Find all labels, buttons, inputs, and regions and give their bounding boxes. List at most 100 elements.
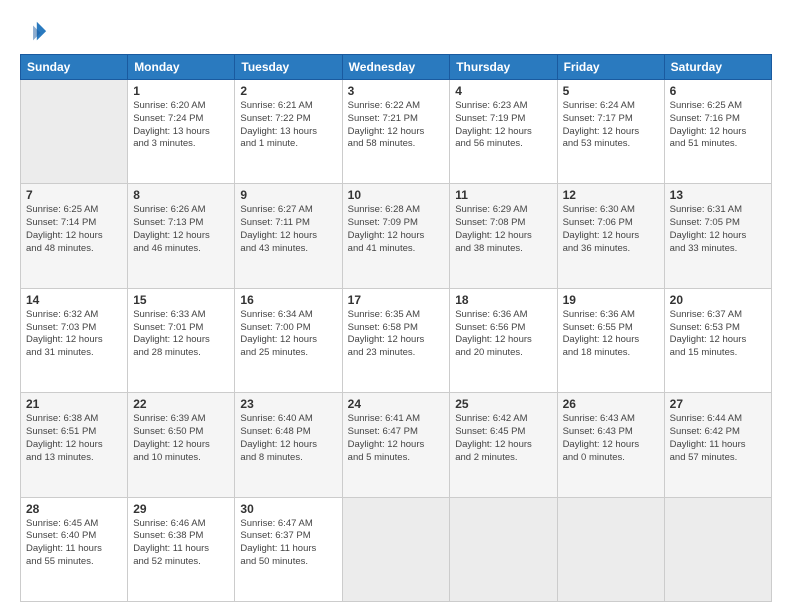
week-row-5: 28 Sunrise: 6:45 AM Sunset: 6:40 PM Dayli…: [21, 497, 772, 601]
day-info: Sunrise: 6:36 AM Sunset: 6:55 PM Dayligh…: [563, 309, 659, 360]
day-number: 25: [455, 397, 551, 411]
weekday-header-sunday: Sunday: [21, 55, 128, 80]
day-info: Sunrise: 6:24 AM Sunset: 7:17 PM Dayligh…: [563, 100, 659, 151]
logo: [20, 18, 50, 46]
calendar-header: SundayMondayTuesdayWednesdayThursdayFrid…: [21, 55, 772, 80]
day-cell: 21Sunrise: 6:38 AM Sunset: 6:51 PM Dayli…: [21, 393, 128, 497]
day-cell: 26 Sunrise: 6:43 AM Sunset: 6:43 PM Dayli…: [557, 393, 664, 497]
day-number: 16: [240, 293, 336, 307]
day-number: 7: [26, 188, 122, 202]
weekday-header-monday: Monday: [128, 55, 235, 80]
day-cell: 25Sunrise: 6:42 AM Sunset: 6:45 PM Dayli…: [450, 393, 557, 497]
day-cell: 29Sunrise: 6:46 AM Sunset: 6:38 PM Dayli…: [128, 497, 235, 601]
day-info: Sunrise: 6:36 AM Sunset: 6:56 PM Dayligh…: [455, 309, 551, 360]
day-info: Sunrise: 6:29 AM Sunset: 7:08 PM Dayligh…: [455, 204, 551, 255]
day-cell: 5 Sunrise: 6:24 AM Sunset: 7:17 PM Daylig…: [557, 80, 664, 184]
day-number: 18: [455, 293, 551, 307]
day-cell: 22 Sunrise: 6:39 AM Sunset: 6:50 PM Dayli…: [128, 393, 235, 497]
week-row-4: 21Sunrise: 6:38 AM Sunset: 6:51 PM Dayli…: [21, 393, 772, 497]
day-info: Sunrise: 6:39 AM Sunset: 6:50 PM Dayligh…: [133, 413, 229, 464]
day-number: 24: [348, 397, 445, 411]
weekday-header-friday: Friday: [557, 55, 664, 80]
day-cell: 3Sunrise: 6:22 AM Sunset: 7:21 PM Daylig…: [342, 80, 450, 184]
week-row-1: 1Sunrise: 6:20 AM Sunset: 7:24 PM Daylig…: [21, 80, 772, 184]
day-info: Sunrise: 6:30 AM Sunset: 7:06 PM Dayligh…: [563, 204, 659, 255]
week-row-2: 7 Sunrise: 6:25 AM Sunset: 7:14 PM Daylig…: [21, 184, 772, 288]
day-number: 9: [240, 188, 336, 202]
day-number: 14: [26, 293, 122, 307]
day-info: Sunrise: 6:23 AM Sunset: 7:19 PM Dayligh…: [455, 100, 551, 151]
day-cell: 18 Sunrise: 6:36 AM Sunset: 6:56 PM Dayli…: [450, 288, 557, 392]
day-number: 28: [26, 502, 122, 516]
day-info: Sunrise: 6:20 AM Sunset: 7:24 PM Dayligh…: [133, 100, 229, 151]
day-cell: [557, 497, 664, 601]
day-info: Sunrise: 6:34 AM Sunset: 7:00 PM Dayligh…: [240, 309, 336, 360]
day-number: 15: [133, 293, 229, 307]
day-cell: [21, 80, 128, 184]
day-cell: 14 Sunrise: 6:32 AM Sunset: 7:03 PM Dayli…: [21, 288, 128, 392]
weekday-header-tuesday: Tuesday: [235, 55, 342, 80]
calendar: SundayMondayTuesdayWednesdayThursdayFrid…: [20, 54, 772, 602]
weekday-header-thursday: Thursday: [450, 55, 557, 80]
weekday-header-wednesday: Wednesday: [342, 55, 450, 80]
day-number: 17: [348, 293, 445, 307]
day-cell: 7 Sunrise: 6:25 AM Sunset: 7:14 PM Daylig…: [21, 184, 128, 288]
day-cell: 12 Sunrise: 6:30 AM Sunset: 7:06 PM Dayli…: [557, 184, 664, 288]
day-cell: 17 Sunrise: 6:35 AM Sunset: 6:58 PM Dayli…: [342, 288, 450, 392]
day-cell: 10Sunrise: 6:28 AM Sunset: 7:09 PM Dayli…: [342, 184, 450, 288]
day-info: Sunrise: 6:31 AM Sunset: 7:05 PM Dayligh…: [670, 204, 766, 255]
day-cell: 30 Sunrise: 6:47 AM Sunset: 6:37 PM Dayli…: [235, 497, 342, 601]
day-info: Sunrise: 6:22 AM Sunset: 7:21 PM Dayligh…: [348, 100, 445, 151]
day-number: 13: [670, 188, 766, 202]
header: [20, 18, 772, 46]
day-info: Sunrise: 6:46 AM Sunset: 6:38 PM Dayligh…: [133, 518, 229, 569]
day-info: Sunrise: 6:25 AM Sunset: 7:14 PM Dayligh…: [26, 204, 122, 255]
day-cell: 2Sunrise: 6:21 AM Sunset: 7:22 PM Daylig…: [235, 80, 342, 184]
day-number: 23: [240, 397, 336, 411]
day-info: Sunrise: 6:33 AM Sunset: 7:01 PM Dayligh…: [133, 309, 229, 360]
day-cell: [342, 497, 450, 601]
weekday-header-saturday: Saturday: [664, 55, 771, 80]
day-number: 30: [240, 502, 336, 516]
page: SundayMondayTuesdayWednesdayThursdayFrid…: [0, 0, 792, 612]
day-number: 11: [455, 188, 551, 202]
day-number: 6: [670, 84, 766, 98]
day-info: Sunrise: 6:47 AM Sunset: 6:37 PM Dayligh…: [240, 518, 336, 569]
logo-icon: [20, 18, 48, 46]
calendar-body: 1Sunrise: 6:20 AM Sunset: 7:24 PM Daylig…: [21, 80, 772, 602]
day-info: Sunrise: 6:45 AM Sunset: 6:40 PM Dayligh…: [26, 518, 122, 569]
day-cell: 13 Sunrise: 6:31 AM Sunset: 7:05 PM Dayli…: [664, 184, 771, 288]
day-number: 22: [133, 397, 229, 411]
day-number: 8: [133, 188, 229, 202]
day-cell: 19Sunrise: 6:36 AM Sunset: 6:55 PM Dayli…: [557, 288, 664, 392]
day-info: Sunrise: 6:43 AM Sunset: 6:43 PM Dayligh…: [563, 413, 659, 464]
day-info: Sunrise: 6:28 AM Sunset: 7:09 PM Dayligh…: [348, 204, 445, 255]
day-number: 2: [240, 84, 336, 98]
day-info: Sunrise: 6:32 AM Sunset: 7:03 PM Dayligh…: [26, 309, 122, 360]
day-cell: 27Sunrise: 6:44 AM Sunset: 6:42 PM Dayli…: [664, 393, 771, 497]
day-cell: 20Sunrise: 6:37 AM Sunset: 6:53 PM Dayli…: [664, 288, 771, 392]
day-cell: 24 Sunrise: 6:41 AM Sunset: 6:47 PM Dayli…: [342, 393, 450, 497]
day-cell: 1Sunrise: 6:20 AM Sunset: 7:24 PM Daylig…: [128, 80, 235, 184]
day-cell: 4Sunrise: 6:23 AM Sunset: 7:19 PM Daylig…: [450, 80, 557, 184]
week-row-3: 14 Sunrise: 6:32 AM Sunset: 7:03 PM Dayli…: [21, 288, 772, 392]
day-cell: 15 Sunrise: 6:33 AM Sunset: 7:01 PM Dayli…: [128, 288, 235, 392]
day-cell: [664, 497, 771, 601]
day-cell: 28 Sunrise: 6:45 AM Sunset: 6:40 PM Dayli…: [21, 497, 128, 601]
day-info: Sunrise: 6:35 AM Sunset: 6:58 PM Dayligh…: [348, 309, 445, 360]
day-info: Sunrise: 6:38 AM Sunset: 6:51 PM Dayligh…: [26, 413, 122, 464]
day-cell: 16 Sunrise: 6:34 AM Sunset: 7:00 PM Dayli…: [235, 288, 342, 392]
day-number: 26: [563, 397, 659, 411]
weekday-row: SundayMondayTuesdayWednesdayThursdayFrid…: [21, 55, 772, 80]
day-number: 27: [670, 397, 766, 411]
day-cell: 11 Sunrise: 6:29 AM Sunset: 7:08 PM Dayli…: [450, 184, 557, 288]
day-info: Sunrise: 6:41 AM Sunset: 6:47 PM Dayligh…: [348, 413, 445, 464]
day-info: Sunrise: 6:40 AM Sunset: 6:48 PM Dayligh…: [240, 413, 336, 464]
day-number: 5: [563, 84, 659, 98]
day-cell: 6 Sunrise: 6:25 AM Sunset: 7:16 PM Daylig…: [664, 80, 771, 184]
day-cell: 8Sunrise: 6:26 AM Sunset: 7:13 PM Daylig…: [128, 184, 235, 288]
day-info: Sunrise: 6:25 AM Sunset: 7:16 PM Dayligh…: [670, 100, 766, 151]
day-cell: 23 Sunrise: 6:40 AM Sunset: 6:48 PM Dayli…: [235, 393, 342, 497]
day-info: Sunrise: 6:27 AM Sunset: 7:11 PM Dayligh…: [240, 204, 336, 255]
day-number: 12: [563, 188, 659, 202]
